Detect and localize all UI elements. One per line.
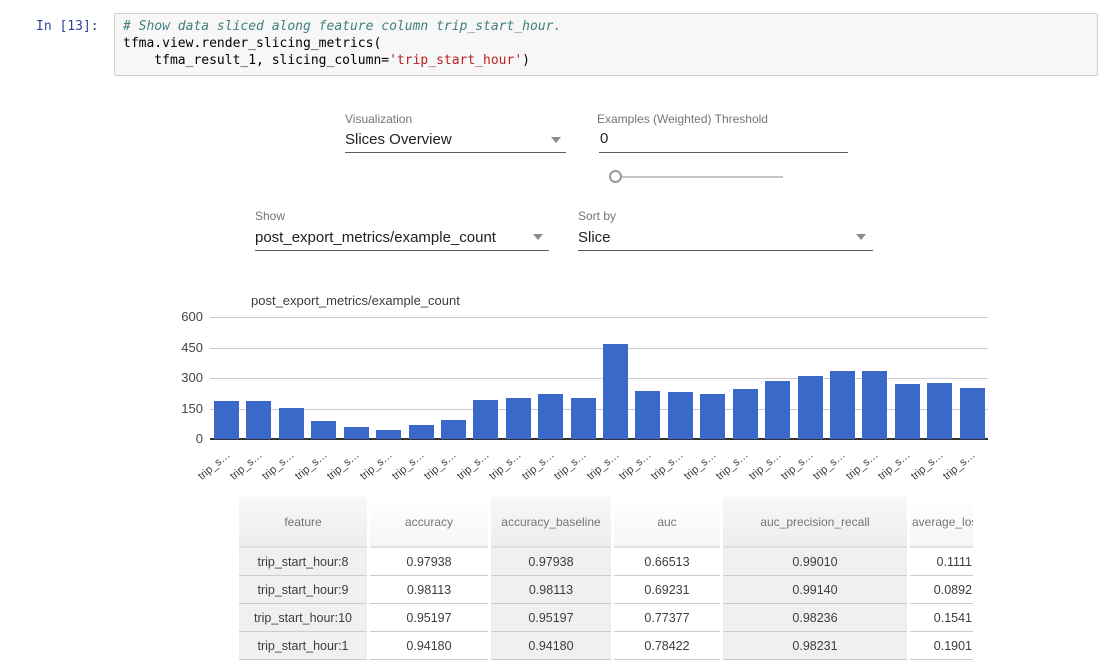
- chevron-down-icon[interactable]: [533, 234, 543, 240]
- bar[interactable]: [700, 394, 725, 439]
- visualization-label: Visualization: [345, 112, 412, 126]
- table-row: trip_start_hour:80.979380.979380.665130.…: [239, 548, 973, 576]
- metric-cell: 0.97938: [491, 548, 611, 576]
- threshold-slider-handle[interactable]: [609, 170, 622, 183]
- table-header-row: featureaccuracyaccuracy_baselineaucauc_p…: [239, 497, 973, 548]
- notebook-page: In [13]: # Show data sliced along featur…: [0, 0, 1111, 668]
- y-axis-tick-label: 300: [153, 370, 203, 385]
- metric-cell: 0.98113: [491, 576, 611, 604]
- bar[interactable]: [473, 400, 498, 439]
- column-header-auc[interactable]: auc: [614, 497, 720, 548]
- legend-label: post_export_metrics/example_count: [251, 293, 460, 308]
- column-header-accuracy[interactable]: accuracy: [370, 497, 488, 548]
- code-comment-line: # Show data sliced along feature column …: [123, 18, 1089, 35]
- gridline: [210, 317, 988, 318]
- visualization-dropdown[interactable]: Slices Overview: [345, 131, 452, 148]
- bar[interactable]: [798, 376, 823, 439]
- metric-cell: 0.78422: [614, 632, 720, 660]
- column-header-average_loss[interactable]: average_loss: [910, 497, 973, 548]
- code-line-2: tfma.view.render_slicing_metrics(: [123, 35, 1089, 52]
- threshold-underline: [599, 152, 848, 153]
- code-cell-editor[interactable]: # Show data sliced along feature column …: [114, 13, 1098, 76]
- metric-cell: 0.1541: [910, 604, 973, 632]
- bar[interactable]: [895, 384, 920, 439]
- metric-cell: 0.99140: [723, 576, 907, 604]
- table-row: trip_start_hour:90.981130.981130.692310.…: [239, 576, 973, 604]
- metric-cell: 0.94180: [491, 632, 611, 660]
- metric-cell: 0.99010: [723, 548, 907, 576]
- bar[interactable]: [409, 425, 434, 439]
- show-label: Show: [255, 209, 285, 223]
- y-axis-tick-label: 150: [153, 401, 203, 416]
- bar-chart-plot-area: [210, 317, 988, 439]
- table-row: trip_start_hour:10.941800.941800.784220.…: [239, 632, 973, 660]
- bar[interactable]: [830, 371, 855, 439]
- bar[interactable]: [603, 344, 628, 439]
- bar[interactable]: [927, 383, 952, 439]
- metric-cell: 0.98113: [370, 576, 488, 604]
- metric-cell: 0.69231: [614, 576, 720, 604]
- table-body: trip_start_hour:80.979380.979380.665130.…: [239, 548, 973, 660]
- y-axis-tick-label: 600: [153, 309, 203, 324]
- metric-cell: 0.98231: [723, 632, 907, 660]
- metric-cell: 0.1901: [910, 632, 973, 660]
- metric-cell: 0.95197: [491, 604, 611, 632]
- column-header-accuracy_baseline[interactable]: accuracy_baseline: [491, 497, 611, 548]
- bar[interactable]: [344, 427, 369, 439]
- column-header-feature[interactable]: feature: [239, 497, 367, 548]
- y-axis-tick-label: 450: [153, 340, 203, 355]
- show-metric-dropdown[interactable]: post_export_metrics/example_count: [255, 229, 496, 246]
- feature-cell: trip_start_hour:9: [239, 576, 367, 604]
- bar[interactable]: [441, 420, 466, 439]
- bar[interactable]: [376, 430, 401, 439]
- x-axis-tick-label: trip_s…: [916, 449, 978, 504]
- bar[interactable]: [765, 381, 790, 439]
- chevron-down-icon[interactable]: [856, 234, 866, 240]
- bar[interactable]: [635, 391, 660, 439]
- bar[interactable]: [733, 389, 758, 439]
- show-underline: [255, 250, 549, 251]
- column-header-auc_precision_recall[interactable]: auc_precision_recall: [723, 497, 907, 548]
- bar[interactable]: [311, 421, 336, 439]
- threshold-input[interactable]: 0: [600, 130, 608, 147]
- gridline: [210, 348, 988, 349]
- bar[interactable]: [668, 392, 693, 439]
- visualization-underline: [345, 152, 566, 153]
- bar[interactable]: [214, 401, 239, 439]
- bar[interactable]: [506, 398, 531, 439]
- bar[interactable]: [246, 401, 271, 439]
- metric-cell: 0.66513: [614, 548, 720, 576]
- metric-cell: 0.1111: [910, 548, 973, 576]
- metric-cell: 0.98236: [723, 604, 907, 632]
- sort-underline: [578, 250, 873, 251]
- bar[interactable]: [538, 394, 563, 439]
- metric-cell: 0.77377: [614, 604, 720, 632]
- metric-cell: 0.0892: [910, 576, 973, 604]
- legend-color-swatch: [219, 295, 245, 308]
- sort-by-dropdown[interactable]: Slice: [578, 229, 611, 246]
- feature-cell: trip_start_hour:10: [239, 604, 367, 632]
- bar[interactable]: [862, 371, 887, 439]
- threshold-label: Examples (Weighted) Threshold: [597, 112, 768, 126]
- bar[interactable]: [960, 388, 985, 439]
- table-row: trip_start_hour:100.951970.951970.773770…: [239, 604, 973, 632]
- bar[interactable]: [571, 398, 596, 439]
- metric-cell: 0.95197: [370, 604, 488, 632]
- chevron-down-icon[interactable]: [551, 137, 561, 143]
- y-axis-tick-label: 0: [153, 431, 203, 446]
- metrics-table: featureaccuracyaccuracy_baselineaucauc_p…: [236, 497, 973, 660]
- cell-input-prompt: In [13]:: [36, 19, 99, 34]
- threshold-slider-track[interactable]: [612, 176, 783, 178]
- feature-cell: trip_start_hour:8: [239, 548, 367, 576]
- code-line-3: tfma_result_1, slicing_column='trip_star…: [123, 52, 1089, 69]
- metric-cell: 0.94180: [370, 632, 488, 660]
- metric-cell: 0.97938: [370, 548, 488, 576]
- sort-by-label: Sort by: [578, 209, 616, 223]
- bar[interactable]: [279, 408, 304, 439]
- metrics-table-container[interactable]: featureaccuracyaccuracy_baselineaucauc_p…: [236, 497, 973, 668]
- feature-cell: trip_start_hour:1: [239, 632, 367, 660]
